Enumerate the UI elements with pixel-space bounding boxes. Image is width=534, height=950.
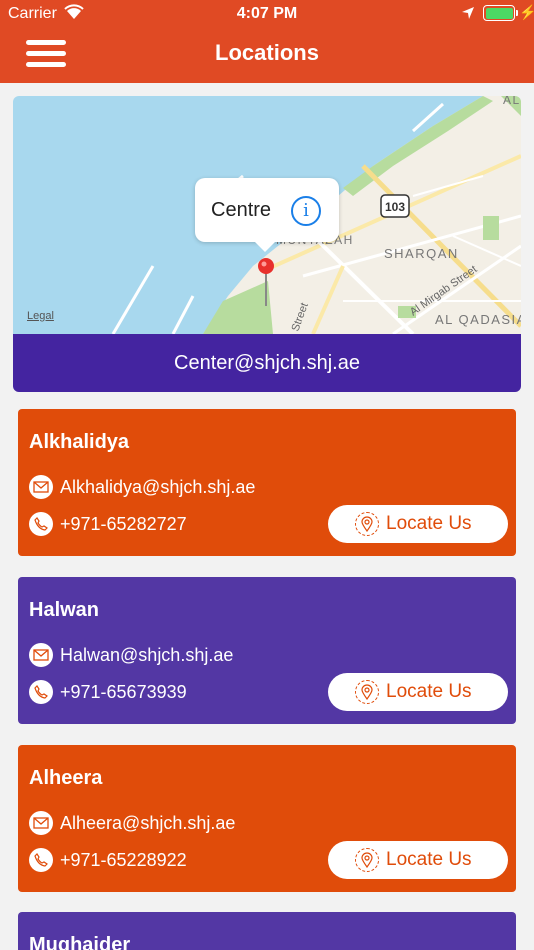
centre-map-card: 103 MUNTAZAH SHARQAN AL QADASIA AL Al Mi… [13, 96, 521, 392]
info-icon[interactable]: i [291, 196, 321, 226]
locate-us-button[interactable]: Locate Us [328, 505, 508, 543]
map-label-sharqan: SHARQAN [384, 246, 459, 261]
location-arrow-icon [461, 6, 475, 25]
locate-us-label: Locate Us [386, 513, 472, 534]
location-phone[interactable]: +971-65673939 [60, 682, 187, 703]
phone-icon [29, 680, 53, 704]
app-header: Carrier 4:07 PM ⚡ Locations [0, 0, 534, 83]
locate-us-button[interactable]: Locate Us [328, 673, 508, 711]
envelope-icon [29, 475, 53, 499]
location-email[interactable]: Alheera@shjch.shj.ae [60, 813, 235, 834]
phone-icon [29, 848, 53, 872]
battery-icon [483, 5, 515, 21]
map-legal-link[interactable]: Legal [27, 310, 54, 322]
location-name: Mughaider [29, 934, 131, 950]
locate-us-button[interactable]: Locate Us [328, 841, 508, 879]
envelope-icon [29, 811, 53, 835]
location-card-halwan: Halwan Halwan@shjch.shj.ae +971-65673939… [18, 577, 516, 724]
location-card-mughaider: Mughaider [18, 912, 516, 950]
map-label-corner: AL [503, 96, 521, 107]
map-pin-icon [355, 680, 379, 704]
status-time: 4:07 PM [236, 5, 298, 22]
map-pin-icon [355, 848, 379, 872]
location-card-alheera: Alheera Alheera@shjch.shj.ae +971-652289… [18, 745, 516, 892]
location-name: Alkhalidya [29, 431, 130, 453]
centre-email[interactable]: Center@shjch.shj.ae [13, 334, 521, 392]
location-card-alkhalidya: Alkhalidya Alkhalidya@shjch.shj.ae +971-… [18, 409, 516, 556]
location-phone[interactable]: +971-65228922 [60, 850, 187, 871]
location-email[interactable]: Alkhalidya@shjch.shj.ae [60, 477, 255, 498]
locate-us-label: Locate Us [386, 681, 472, 702]
location-name: Alheera [29, 767, 103, 789]
status-bar: Carrier 4:07 PM ⚡ [0, 0, 534, 28]
location-name: Halwan [29, 599, 100, 621]
map-label-al-qadasia: AL QADASIA [435, 312, 521, 327]
location-phone[interactable]: +971-65282727 [60, 514, 187, 535]
locate-us-label: Locate Us [386, 849, 472, 870]
envelope-icon [29, 643, 53, 667]
page-title: Locations [215, 40, 319, 65]
map-callout[interactable]: Centre i [195, 178, 339, 252]
road-badge-label: 103 [385, 200, 405, 214]
charging-icon: ⚡ [519, 4, 534, 20]
battery-tip [516, 10, 518, 16]
map-view[interactable]: 103 MUNTAZAH SHARQAN AL QADASIA AL Al Mi… [13, 96, 521, 334]
phone-icon [29, 512, 53, 536]
location-email[interactable]: Halwan@shjch.shj.ae [60, 645, 233, 666]
map-pin-icon [355, 512, 379, 536]
callout-name: Centre [211, 199, 272, 221]
